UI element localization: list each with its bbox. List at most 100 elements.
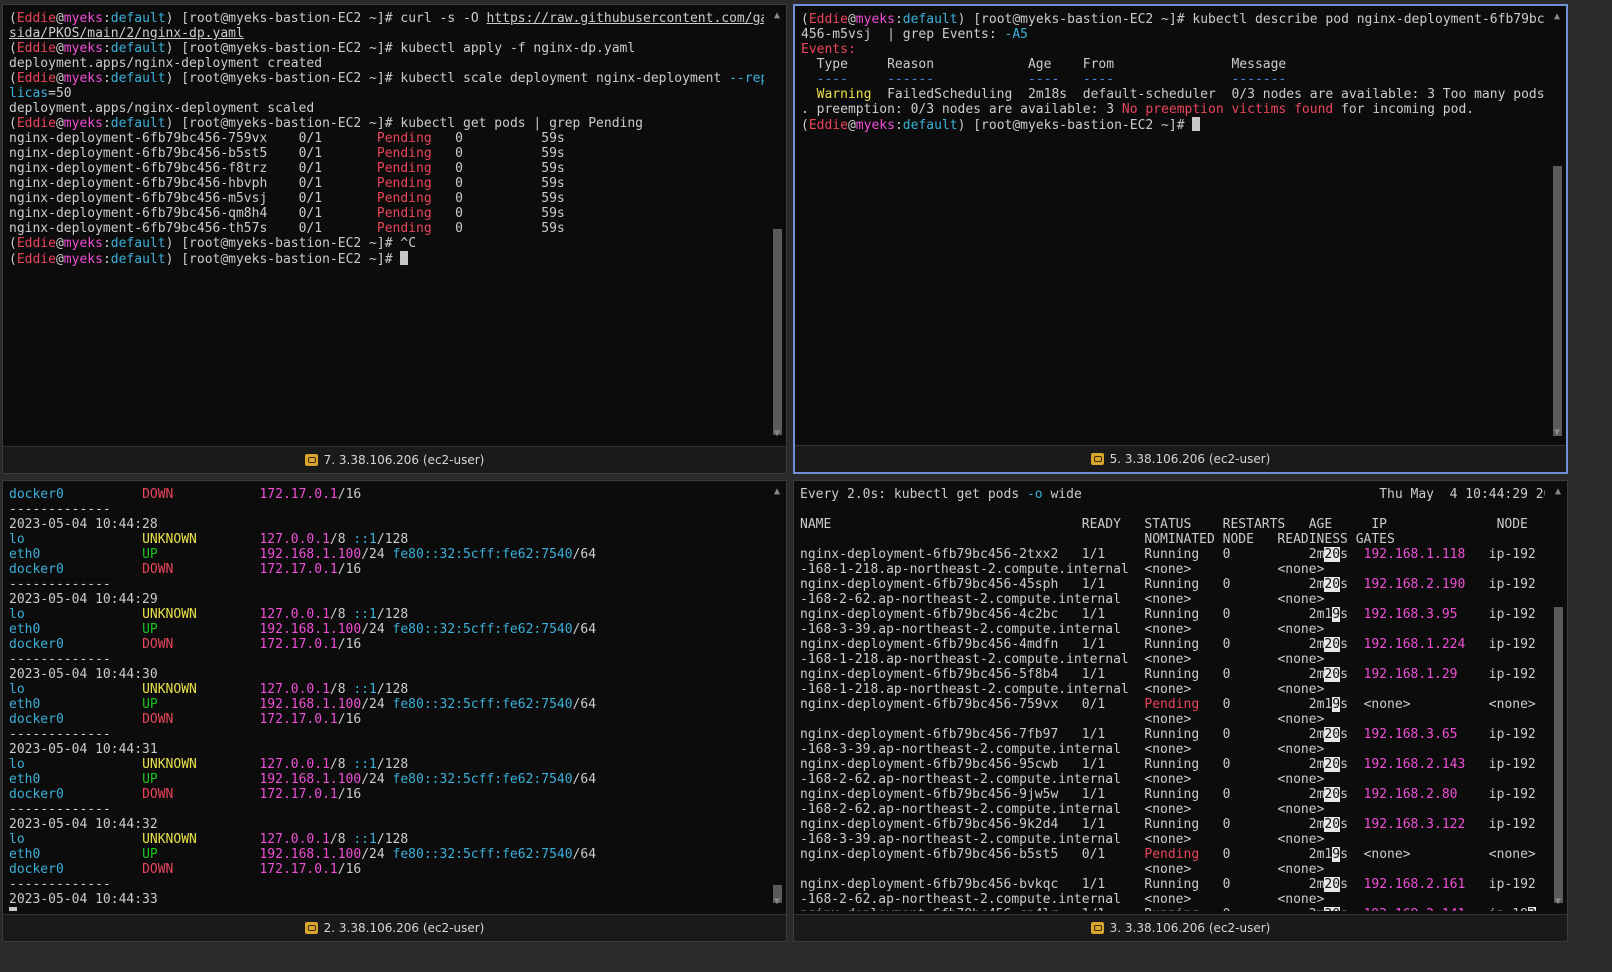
table-row: nginx-deployment-6fb79bc456-f8trz 0/1 Pe… — [9, 161, 764, 176]
pod-ready: 1/1 — [1081, 637, 1145, 652]
pod-age: s — [1340, 907, 1348, 911]
chevron-up-icon[interactable]: ▲ — [1551, 485, 1565, 499]
interface-mask6: /64 — [572, 847, 597, 862]
event-highlight: No preemption victims found — [1121, 102, 1334, 117]
interface-state: DOWN — [142, 712, 260, 727]
prompt-namespace: default — [110, 11, 166, 26]
table-row-continued: -168-3-39.ap-northeast-2.compute.interna… — [800, 742, 1545, 757]
scrollbar-thumb[interactable] — [1553, 166, 1562, 436]
command-line: (Eddie@myeks:default) [root@myeks-bastio… — [9, 116, 764, 131]
pod-nominated-node: <none> — [1144, 652, 1278, 667]
prompt-host: myeks — [855, 12, 895, 27]
pod-name: nginx-deployment-6fb79bc456-759vx — [800, 697, 1082, 712]
interface-mask6: /128 — [376, 607, 409, 622]
interface-mask6: /128 — [376, 682, 409, 697]
pod-age-highlight: 20 — [1324, 727, 1341, 742]
chevron-up-icon[interactable]: ▲ — [770, 9, 784, 23]
pod-name: nginx-deployment-6fb79bc456-b5st5 — [800, 847, 1082, 862]
scrollbar[interactable]: ▲ ▼ — [770, 9, 784, 441]
chevron-up-icon[interactable]: ▲ — [1550, 10, 1564, 24]
chevron-down-icon[interactable]: ▼ — [770, 427, 784, 441]
scrollbar-thumb[interactable] — [773, 229, 782, 435]
chevron-down-icon[interactable]: ▼ — [770, 895, 784, 909]
pod-node: ip-192 — [1488, 577, 1536, 592]
pod-age: 2m — [1308, 877, 1325, 892]
chevron-down-icon[interactable]: ▼ — [1551, 895, 1565, 909]
prompt-user: Eddie — [808, 118, 848, 133]
pod-age: 59s — [541, 131, 565, 146]
pod-status: Running — [1144, 637, 1223, 652]
scrollbar[interactable]: ▲ ▼ — [770, 485, 784, 909]
table-row: nginx-deployment-6fb79bc456-45sph 1/1 Ru… — [800, 577, 1545, 592]
pod-status: Pending — [376, 206, 456, 221]
scrollbar-thumb[interactable] — [1554, 607, 1563, 903]
prompt-text: : — [894, 118, 903, 133]
prompt-namespace: default — [110, 41, 166, 56]
pod-nominated-node: <none> — [1144, 592, 1278, 607]
pod-name: nginx-deployment-6fb79bc456-9k2d4 — [800, 817, 1082, 832]
scrollbar[interactable]: ▲ ▼ — [1551, 485, 1565, 909]
terminal-pane-5[interactable]: (Eddie@myeks:default) [root@myeks-bastio… — [793, 4, 1568, 474]
interface-ip: 127.0.0.1 — [259, 607, 330, 622]
terminal-pane-7[interactable]: (Eddie@myeks:default) [root@myeks-bastio… — [2, 4, 787, 474]
terminal-output[interactable]: Every 2.0s: kubectl get pods -o wide Thu… — [800, 487, 1545, 911]
interface-name: eth0 — [9, 547, 143, 562]
prompt-user: Eddie — [16, 41, 56, 56]
pod-age-highlight: 20 — [1324, 787, 1341, 802]
table-row: nginx-deployment-6fb79bc456-hbvph 0/1 Pe… — [9, 176, 764, 191]
prompt-text: @ — [55, 11, 64, 26]
pod-name: nginx-deployment-6fb79bc456-5f8b4 — [800, 667, 1082, 682]
pod-node — [800, 712, 1144, 727]
prompt-text: : — [102, 236, 111, 251]
pod-readiness-gates: <none> — [1277, 742, 1325, 757]
command-output: deployment.apps/nginx-deployment created — [9, 56, 323, 71]
interface-mask: /24 — [361, 697, 385, 712]
timestamp-line: 2023-05-04 10:44:28 — [9, 517, 764, 532]
pod-node: 2 — [1527, 907, 1536, 911]
interface-mask6: /64 — [572, 622, 597, 637]
pod-restarts: 0 — [1222, 847, 1309, 862]
terminal-output[interactable]: docker0 DOWN 172.17.0.1/16 ------------- 2… — [9, 487, 764, 911]
pane-title: 5. 3.38.106.206 (ec2-user) — [1109, 452, 1271, 466]
pod-status: Pending — [1144, 847, 1223, 862]
command-text: 456-m5vsj | grep Events: — [801, 27, 1005, 42]
interface-row: eth0 UP 192.168.1.100/24 fe80::32:5cff:f… — [9, 847, 764, 862]
pod-restarts: 0 — [1222, 877, 1309, 892]
terminal-cursor — [1192, 117, 1201, 131]
interface-name: eth0 — [9, 697, 143, 712]
pod-restarts: 0 — [455, 131, 542, 146]
interface-state: DOWN — [142, 562, 260, 577]
command-text: ^C — [400, 236, 417, 251]
pod-node: ip-192 — [1488, 547, 1536, 562]
interface-mask: /24 — [361, 547, 385, 562]
prompt-text: : — [102, 116, 111, 131]
interface-row: lo UNKNOWN 127.0.0.1/8 ::1/128 — [9, 832, 764, 847]
terminal-output[interactable]: (Eddie@myeks:default) [root@myeks-bastio… — [9, 11, 764, 443]
separator: ------------- — [9, 727, 111, 742]
pod-age: 2m — [1308, 757, 1325, 772]
pod-restarts: 0 — [455, 146, 542, 161]
interface-row: docker0 DOWN 172.17.0.1/16 — [9, 637, 764, 652]
terminal-pane-2[interactable]: docker0 DOWN 172.17.0.1/16 ------------- 2… — [2, 480, 787, 942]
terminal-output[interactable]: (Eddie@myeks:default) [root@myeks-bastio… — [801, 12, 1544, 442]
chevron-down-icon[interactable]: ▼ — [1550, 426, 1564, 440]
interface-mask: /16 — [337, 712, 362, 727]
chevron-up-icon[interactable]: ▲ — [770, 485, 784, 499]
interface-row: docker0 DOWN 172.17.0.1/16 — [9, 487, 764, 502]
pod-name: nginx-deployment-6fb79bc456-759vx — [9, 131, 299, 146]
pod-nominated-node: <none> — [1144, 832, 1278, 847]
pod-age-highlight: 20 — [1324, 757, 1341, 772]
pod-nominated-node: <none> — [1144, 742, 1278, 757]
scrollbar[interactable]: ▲ ▼ — [1550, 10, 1564, 440]
interface-ipv6: fe80::32:5cff:fe62:7540 — [392, 622, 573, 637]
pod-age: s — [1340, 577, 1348, 592]
table-row-continued: <none> <none> — [800, 862, 1545, 877]
prompt-host: myeks — [63, 116, 103, 131]
terminal-pane-3[interactable]: Every 2.0s: kubectl get pods -o wide Thu… — [793, 480, 1568, 942]
pod-node: ip-192 — [1488, 637, 1536, 652]
timestamp-line: 2023-05-04 10:44:31 — [9, 742, 764, 757]
